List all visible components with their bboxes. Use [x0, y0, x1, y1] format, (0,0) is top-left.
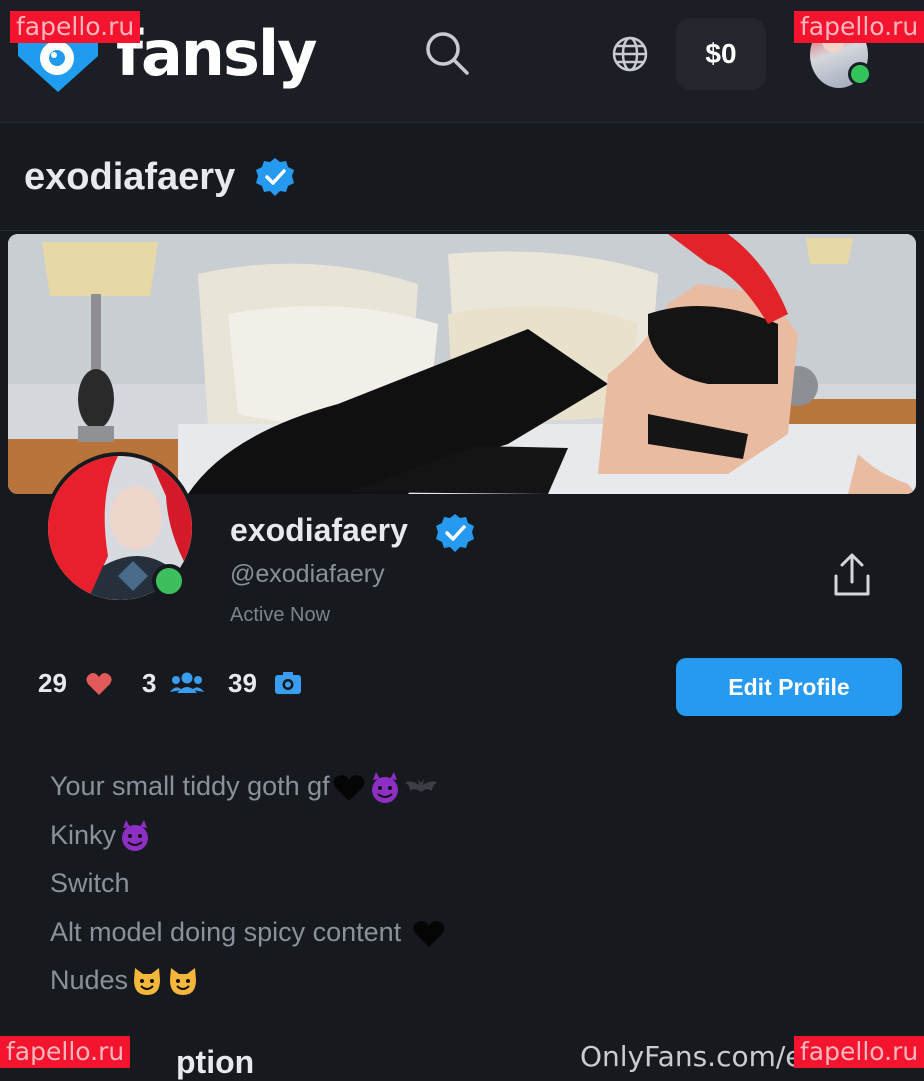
header-divider [0, 230, 924, 231]
media-count: 39 [228, 668, 257, 698]
bio-line: Kinky [50, 815, 447, 864]
activity-status: Active Now [230, 604, 331, 626]
globe-icon[interactable] [612, 36, 648, 72]
profile-display-name: exodiafaery [230, 512, 408, 548]
online-status-indicator [152, 564, 186, 598]
bat-emoji-icon [404, 778, 437, 792]
heart-icon [86, 673, 112, 695]
smiling-devil-emoji-icon [122, 820, 149, 852]
camera-icon [275, 672, 301, 694]
search-icon[interactable] [424, 30, 470, 76]
page-title-username: exodiafaery [24, 156, 236, 198]
watermark-bottom-left: fapello.ru [0, 1036, 131, 1068]
likes-count: 29 [38, 668, 67, 698]
bio-line: Switch [50, 868, 130, 899]
bio-line: Your small tiddy goth gf [50, 766, 447, 815]
verified-badge-icon [436, 514, 474, 552]
edit-profile-button[interactable]: Edit Profile [676, 658, 902, 716]
watermark-top-right: fapello.ru [794, 11, 924, 43]
fansly-wordmark[interactable]: fansly [116, 18, 318, 90]
grinning-cat-emoji-icon [170, 968, 197, 996]
smiling-devil-emoji-icon [371, 771, 398, 803]
profile-handle: @exodiafaery [230, 560, 385, 588]
black-heart-emoji-icon [333, 774, 365, 801]
watermark-top-left: fapello.ru [10, 11, 141, 43]
watermark-bottom-right: fapello.ru [794, 1036, 924, 1068]
grinning-cat-emoji-icon [134, 968, 161, 996]
verified-badge-icon [256, 158, 294, 196]
bio-line: Nudes [50, 960, 447, 1009]
subscribers-count: 3 [142, 668, 157, 698]
black-heart-emoji-icon [413, 920, 445, 947]
online-status-indicator [848, 62, 872, 86]
bio-line: Alt model doing spicy content [50, 912, 447, 961]
users-icon [170, 672, 204, 693]
profile-avatar-container[interactable] [44, 452, 196, 604]
wallet-balance-button[interactable]: $0 [676, 18, 766, 90]
profile-bio: Your small tiddy goth gf Kinky Switch Al… [50, 766, 447, 1009]
share-icon[interactable] [832, 552, 872, 598]
